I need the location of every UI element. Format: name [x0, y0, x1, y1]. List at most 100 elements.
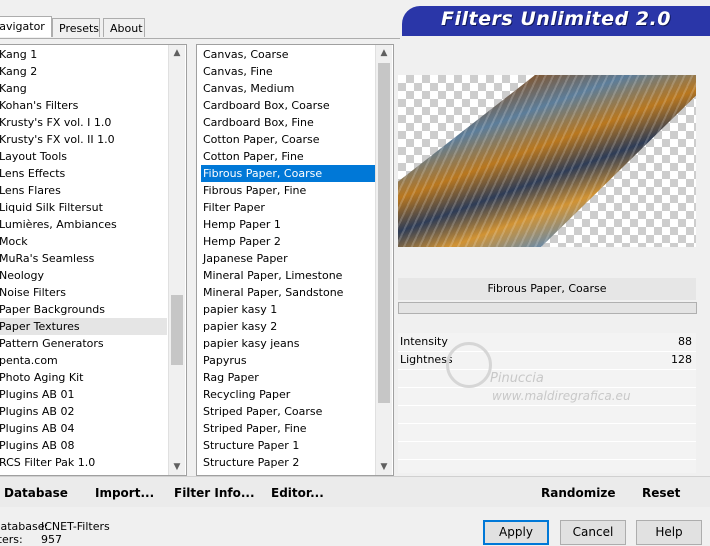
- app-title: Filters Unlimited 2.0: [441, 8, 671, 30]
- list-item[interactable]: Pattern Generators: [0, 335, 167, 352]
- tab-about[interactable]: About: [103, 18, 145, 37]
- list-item[interactable]: Cotton Paper, Coarse: [201, 131, 375, 148]
- import-button-label: Import...: [95, 486, 155, 500]
- tab-presets[interactable]: Presets: [52, 18, 100, 37]
- param-name: Lightness: [400, 353, 453, 366]
- list-item[interactable]: Photo Aging Kit: [0, 369, 167, 386]
- list-item[interactable]: RCS Filter Pak 1.0: [0, 454, 167, 471]
- filter-progress-bar: [398, 302, 697, 314]
- database-info-value: ICNET-Filters: [41, 520, 110, 533]
- list-item[interactable]: Noise Filters: [0, 284, 167, 301]
- list-item[interactable]: Canvas, Medium: [201, 80, 375, 97]
- param-divider: [398, 405, 696, 406]
- randomize-button-label: Randomize: [541, 486, 616, 500]
- list-item[interactable]: Kang 1: [0, 46, 167, 63]
- list-item[interactable]: Kang 2: [0, 63, 167, 80]
- filter-info-button[interactable]: Filter Info...: [174, 486, 255, 500]
- apply-button[interactable]: Apply: [483, 520, 549, 545]
- list-item[interactable]: Plugins AB 02: [0, 403, 167, 420]
- list-item[interactable]: Liquid Silk Filtersut: [0, 199, 167, 216]
- list-item[interactable]: Recycling Paper: [201, 386, 375, 403]
- list-item[interactable]: Neology: [0, 267, 167, 284]
- list-item[interactable]: Striped Paper, Fine: [201, 420, 375, 437]
- database-info: Database: ICNET-Filters: [0, 520, 110, 533]
- filter-scroll-thumb[interactable]: [378, 63, 390, 403]
- cancel-button-label: Cancel: [572, 525, 614, 539]
- list-item[interactable]: Hemp Paper 2: [201, 233, 375, 250]
- list-item[interactable]: penta.com: [0, 352, 167, 369]
- database-button[interactable]: Database: [4, 486, 68, 500]
- list-item[interactable]: Krusty's FX vol. I 1.0: [0, 114, 167, 131]
- tab-divider: [0, 38, 400, 39]
- watermark-logo: [446, 342, 492, 388]
- tab-navigator-label: Navigator: [0, 20, 45, 33]
- editor-button[interactable]: Editor...: [271, 486, 324, 500]
- banner-underline: [402, 32, 710, 36]
- list-item[interactable]: Fibrous Paper, Coarse: [201, 165, 375, 182]
- filter-items: Canvas, Coarse Canvas, Fine Canvas, Medium…: [201, 46, 375, 471]
- category-scrollbar[interactable]: ▲ ▼: [168, 45, 185, 475]
- help-button[interactable]: Help: [636, 520, 702, 545]
- param-row-lightness[interactable]: Lightness 128: [398, 351, 696, 370]
- list-item[interactable]: Layout Tools: [0, 148, 167, 165]
- list-item[interactable]: Canvas, Fine: [201, 63, 375, 80]
- list-item[interactable]: papier kasy 2: [201, 318, 375, 335]
- scroll-up-icon[interactable]: ▲: [169, 45, 185, 61]
- list-item[interactable]: Kohan's Filters: [0, 97, 167, 114]
- list-item[interactable]: Plugins AB 08: [0, 437, 167, 454]
- list-item[interactable]: Canvas, Coarse: [201, 46, 375, 63]
- list-item[interactable]: Filter Paper: [201, 199, 375, 216]
- list-item[interactable]: Structure Paper 1: [201, 437, 375, 454]
- import-button[interactable]: Import...: [95, 486, 154, 500]
- list-item[interactable]: Fibrous Paper, Fine: [201, 182, 375, 199]
- randomize-button[interactable]: Randomize: [541, 486, 615, 500]
- list-item[interactable]: Mineral Paper, Limestone: [201, 267, 375, 284]
- list-item[interactable]: Paper Textures: [0, 318, 167, 335]
- list-item[interactable]: Plugins AB 04: [0, 420, 167, 437]
- cancel-button[interactable]: Cancel: [560, 520, 626, 545]
- list-item[interactable]: Striped Paper, Coarse: [201, 403, 375, 420]
- list-item[interactable]: Hemp Paper 1: [201, 216, 375, 233]
- list-item[interactable]: Plugins AB 01: [0, 386, 167, 403]
- editor-button-label: Editor...: [271, 486, 324, 500]
- filter-name-display: Fibrous Paper, Coarse: [398, 278, 696, 300]
- list-item[interactable]: Mock: [0, 233, 167, 250]
- filter-name-label: Fibrous Paper, Coarse: [487, 282, 607, 295]
- list-item[interactable]: Cotton Paper, Fine: [201, 148, 375, 165]
- param-value: 128: [671, 353, 692, 366]
- filters-count-label: Filters:: [0, 533, 23, 546]
- list-item[interactable]: Cardboard Box, Fine: [201, 114, 375, 131]
- list-item[interactable]: Rag Paper: [201, 369, 375, 386]
- filter-list[interactable]: Canvas, Coarse Canvas, Fine Canvas, Medium…: [196, 44, 394, 476]
- list-item[interactable]: Lumières, Ambiances: [0, 216, 167, 233]
- reset-button[interactable]: Reset: [642, 486, 680, 500]
- filters-count-value: 957: [41, 533, 62, 546]
- list-item[interactable]: Paper Backgrounds: [0, 301, 167, 318]
- list-item[interactable]: Papyrus: [201, 352, 375, 369]
- list-item[interactable]: MuRa's Seamless: [0, 250, 167, 267]
- list-item[interactable]: Cardboard Box, Coarse: [201, 97, 375, 114]
- help-button-label: Help: [655, 525, 683, 539]
- scroll-down-icon[interactable]: ▼: [376, 459, 392, 475]
- list-item[interactable]: Lens Effects: [0, 165, 167, 182]
- scroll-down-icon[interactable]: ▼: [169, 459, 185, 475]
- list-item[interactable]: Lens Flares: [0, 182, 167, 199]
- param-divider: [398, 441, 696, 442]
- list-item[interactable]: Mineral Paper, Sandstone: [201, 284, 375, 301]
- reset-button-label: Reset: [642, 486, 681, 500]
- list-item[interactable]: papier kasy 1: [201, 301, 375, 318]
- list-item[interactable]: papier kasy jeans: [201, 335, 375, 352]
- scroll-up-icon[interactable]: ▲: [376, 45, 392, 61]
- category-list[interactable]: Kang 1 Kang 2 Kang Kohan's Filters Krusty's …: [0, 44, 187, 476]
- tab-navigator[interactable]: Navigator: [0, 16, 52, 37]
- app-title-banner: Filters Unlimited 2.0: [402, 6, 710, 32]
- param-divider: [398, 459, 696, 460]
- param-row-intensity[interactable]: Intensity 88: [398, 333, 696, 352]
- list-item[interactable]: Structure Paper 2: [201, 454, 375, 471]
- category-scroll-thumb[interactable]: [171, 295, 183, 365]
- list-item[interactable]: Kang: [0, 80, 167, 97]
- list-item[interactable]: Japanese Paper: [201, 250, 375, 267]
- list-item[interactable]: Krusty's FX vol. II 1.0: [0, 131, 167, 148]
- parameter-panel: Intensity 88 Lightness 128: [398, 333, 696, 473]
- filter-scrollbar[interactable]: ▲ ▼: [375, 45, 392, 475]
